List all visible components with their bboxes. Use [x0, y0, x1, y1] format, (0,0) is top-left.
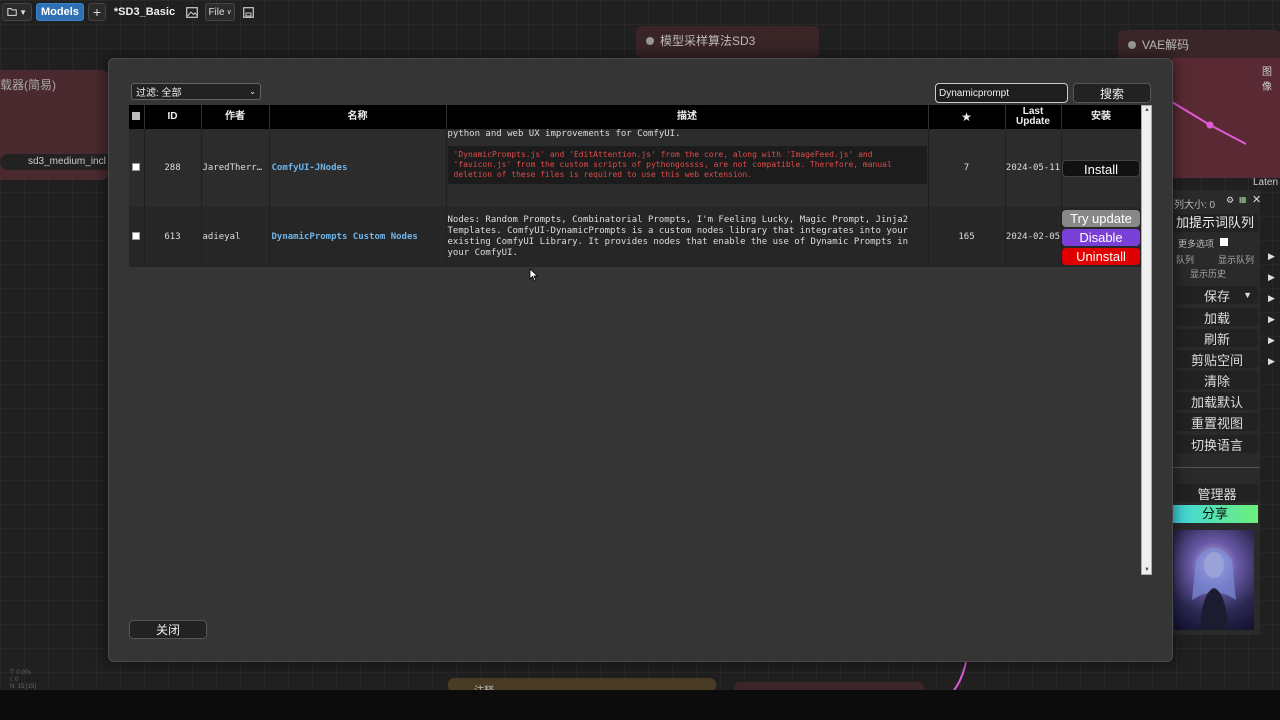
workflow-menu-button[interactable]: ▼	[2, 3, 32, 21]
models-button[interactable]: Models	[36, 3, 84, 21]
row-select-cell	[129, 207, 145, 267]
clear-button[interactable]: 清除	[1176, 371, 1258, 389]
row-id: 288	[144, 129, 202, 207]
try-update-button[interactable]: Try update	[1062, 209, 1140, 227]
chevron-right-icon[interactable]: ▶	[1268, 288, 1275, 309]
save-button[interactable]: 保存 ▼	[1176, 286, 1258, 304]
chevron-right-icon[interactable]: ▶	[1268, 267, 1275, 288]
scroll-down-icon[interactable]: ▼	[1144, 567, 1150, 573]
table-row: 288 JaredTherr… ComfyUI-JNodes python an…	[129, 129, 1142, 207]
load-default-button[interactable]: 加载默认	[1176, 392, 1258, 410]
select-all-header[interactable]	[129, 105, 145, 129]
clipspace-button[interactable]: 剪贴空间	[1176, 350, 1258, 368]
queue-size-label: 列大小: 0	[1174, 200, 1216, 211]
row-name-cell: DynamicPrompts Custom Nodes	[269, 207, 447, 267]
select-all-checkbox[interactable]	[132, 111, 141, 120]
filter-select[interactable]: 过滤: 全部 ⌄	[131, 83, 261, 100]
description-text: python and web UX improvements for Comfy…	[447, 129, 681, 139]
search-button[interactable]: 搜索	[1073, 83, 1151, 103]
column-header-id[interactable]: ID	[144, 105, 202, 129]
more-options-label: 更多选项	[1178, 239, 1215, 249]
character-image-icon	[1192, 547, 1236, 630]
row-last-update: 2024-05-11	[1005, 129, 1062, 207]
description-text: Nodes: Random Prompts, Combinatorial Pro…	[447, 215, 909, 258]
scroll-up-icon[interactable]: ▲	[1144, 107, 1150, 113]
uninstall-button[interactable]: Uninstall	[1062, 247, 1140, 265]
load-button[interactable]: 加载	[1176, 308, 1258, 326]
queue-side-panel: 列大小: 0 ⚙ ▦ ✕ 加提示词队列 更多选项 队列 显示队列 显示历史 保存…	[1172, 190, 1261, 635]
row-stars: 7	[928, 129, 1006, 207]
row-select-cell	[129, 129, 145, 207]
refresh-button[interactable]: 刷新	[1176, 329, 1258, 347]
row-author: JaredTherr…	[201, 129, 270, 207]
disable-button[interactable]: Disable	[1062, 228, 1140, 246]
node-name-link[interactable]: DynamicPrompts Custom Nodes	[272, 232, 418, 242]
install-button[interactable]: Install	[1062, 159, 1140, 177]
chevron-down-icon: ▼	[19, 7, 27, 17]
side-arrows: ▶ ▶ ▶ ▶ ▶ ▶	[1268, 246, 1275, 372]
row-description: python and web UX improvements for Comfy…	[446, 129, 929, 207]
node-name-link[interactable]: ComfyUI-JNodes	[272, 163, 348, 173]
share-button[interactable]: 分享	[1172, 505, 1258, 523]
chevron-right-icon[interactable]: ▶	[1268, 246, 1275, 267]
gear-icon[interactable]: ⚙	[1226, 195, 1234, 206]
column-header-last-update[interactable]: Last Update	[1005, 105, 1062, 129]
enqueue-button[interactable]: 加提示词队列	[1172, 214, 1258, 232]
save-icon[interactable]	[239, 3, 257, 21]
chevron-down-icon[interactable]: ▼	[1243, 290, 1252, 300]
search-input[interactable]	[935, 83, 1068, 103]
divider	[1172, 467, 1260, 468]
mouse-cursor-icon	[529, 268, 539, 282]
column-header-name[interactable]: 名称	[269, 105, 447, 129]
table-row: 613 adieyal DynamicPrompts Custom Nodes …	[129, 207, 1142, 267]
row-name-cell: ComfyUI-JNodes	[269, 129, 447, 207]
column-header-stars[interactable]: ★	[928, 105, 1006, 129]
chevron-down-icon: ∨	[226, 9, 232, 16]
row-install-cell: Install	[1061, 129, 1142, 207]
switch-language-button[interactable]: 切换语言	[1176, 435, 1258, 453]
custom-nodes-table: ID 作者 名称 描述 ★ Last Update 安装 288 JaredTh…	[129, 105, 1142, 267]
filter-selected-value: 过滤: 全部	[136, 88, 182, 99]
row-install-cell: Try update Disable Uninstall	[1061, 207, 1142, 267]
reset-view-button[interactable]: 重置视图	[1176, 413, 1258, 431]
compatibility-warning: 'DynamicPrompts.js' and 'EditAttention.j…	[447, 146, 927, 184]
chevron-right-icon[interactable]: ▶	[1268, 309, 1275, 330]
row-checkbox[interactable]	[132, 162, 141, 171]
add-workflow-button[interactable]: +	[87, 3, 106, 21]
row-author: adieyal	[201, 207, 270, 267]
close-icon[interactable]: ✕	[1252, 193, 1261, 206]
column-header-author[interactable]: 作者	[201, 105, 270, 129]
chevron-down-icon: ⌄	[249, 87, 256, 96]
queue-small-button[interactable]: 队列	[1176, 253, 1194, 266]
table-scrollbar[interactable]: ▲ ▼	[1141, 105, 1152, 575]
file-menu-button[interactable]: File ∨	[205, 3, 236, 21]
folder-icon	[7, 8, 17, 16]
view-history-button[interactable]: 显示历史	[1190, 267, 1226, 280]
column-header-description[interactable]: 描述	[446, 105, 929, 129]
more-options-checkbox[interactable]	[1220, 238, 1228, 246]
custom-nodes-manager-dialog: 过滤: 全部 ⌄ 搜索 ID 作者 名称 描述	[108, 58, 1173, 662]
close-button[interactable]: 关闭	[129, 620, 207, 639]
row-stars: 165	[928, 207, 1006, 267]
top-toolbar: ▼ Models + *SD3_Basic File ∨	[0, 0, 257, 24]
image-icon[interactable]	[183, 3, 201, 21]
row-checkbox[interactable]	[132, 231, 141, 240]
image-icon[interactable]: ▦	[1239, 195, 1247, 204]
row-description: Nodes: Random Prompts, Combinatorial Pro…	[446, 207, 929, 267]
view-queue-button[interactable]: 显示队列	[1218, 253, 1254, 266]
preview-thumbnail[interactable]	[1174, 530, 1254, 630]
row-last-update: 2024-02-05	[1005, 207, 1062, 267]
bottom-bar	[0, 690, 1280, 720]
manager-button[interactable]: 管理器	[1176, 484, 1258, 502]
row-id: 613	[144, 207, 202, 267]
workflow-title[interactable]: *SD3_Basic	[110, 6, 179, 18]
chevron-right-icon[interactable]: ▶	[1268, 330, 1275, 351]
column-header-install[interactable]: 安装	[1061, 105, 1142, 129]
chevron-right-icon[interactable]: ▶	[1268, 351, 1275, 372]
file-label: File	[208, 6, 225, 18]
table-header-row: ID 作者 名称 描述 ★ Last Update 安装	[129, 105, 1142, 129]
